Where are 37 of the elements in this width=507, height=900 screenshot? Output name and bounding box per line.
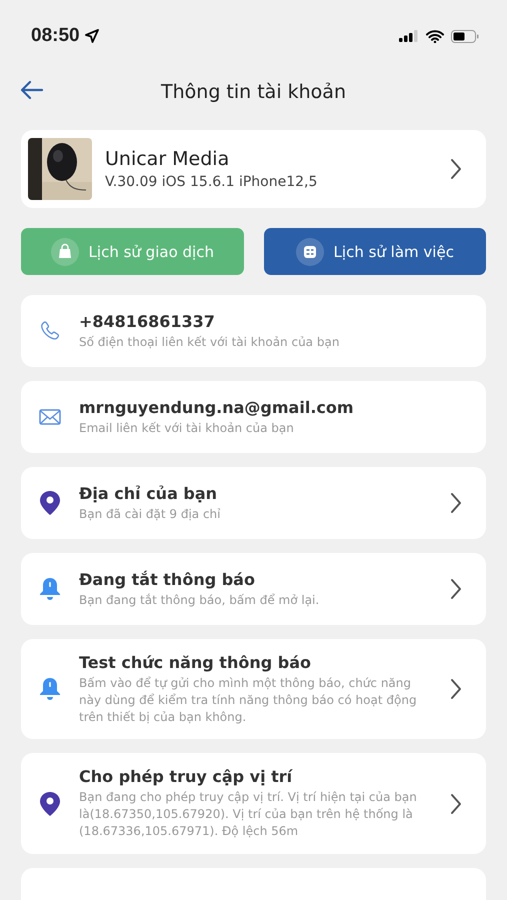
- bag-icon: [50, 238, 79, 266]
- version-info: V.30.09 iOS 15.6.1 iPhone12,5: [105, 174, 318, 190]
- item-description: Bạn đang tắt thông báo, bấm để mở lại.: [79, 592, 320, 608]
- item-description: Bạn đã cài đặt 9 địa chỉ: [79, 506, 222, 522]
- pin-icon: [39, 490, 61, 516]
- bell-icon: [39, 576, 61, 602]
- item-title: Cho phép truy cập vị trí: [79, 767, 294, 786]
- pin-icon: [39, 790, 61, 817]
- battery-icon: [451, 30, 479, 42]
- info-card[interactable]: Test chức năng thông báo Bấm vào để tự gửi cho mình một thông báo, chức năng này dùng để kiểm tra tính năng thông báo có hoạt động trên thiết bị của bạn không.: [21, 639, 486, 740]
- history-button[interactable]: Lịch sử làm việc: [264, 228, 486, 275]
- account-name: Unicar Media: [105, 148, 230, 170]
- phone-icon: [39, 320, 61, 342]
- info-card[interactable]: +84816861337 Số điện thoại liên kết với tài khoản của bạn: [21, 295, 486, 367]
- item-description: Email liên kết với tài khoản của bạn: [79, 420, 295, 436]
- info-card[interactable]: mrnguyendung.na@gmail.com Email liên kết với tài khoản của bạn: [21, 381, 486, 453]
- bell-icon: [39, 676, 61, 702]
- item-description: Bấm vào để tự gửi cho mình một thông báo, chức năng này dùng để kiểm tra tính năng thông báo có hoạt động trên thiết bị của bạn không.: [79, 675, 418, 726]
- wifi-icon: [426, 30, 444, 42]
- item-title: mrnguyendung.na@gmail.com: [79, 398, 355, 417]
- location-icon: [84, 29, 99, 43]
- item-description: Bạn đang cho phép truy cập vị trí. Vị trí hiện tại của bạn là(18.67350,105.67920). Vị trí của bạn trên hệ thống là (18.67336,105.67971). Độ lệch 56m: [79, 789, 418, 840]
- item-title: Test chức năng thông báo: [79, 653, 312, 672]
- page-title: Thông tin tài khoản: [161, 81, 346, 103]
- info-card[interactable]: Cho phép truy cập vị trí Bạn đang cho phép truy cập vị trí. Vị trí hiện tại của bạn là(18.67350,105.67920). Vị trí của bạn trên hệ thống là (18.67336,105.67971). Độ lệch 56m: [21, 753, 486, 854]
- signal-icon: [399, 30, 419, 42]
- item-title: +84816861337: [79, 312, 216, 331]
- info-card[interactable]: Đang tắt thông báo Bạn đang tắt thông báo, bấm để mở lại.: [21, 553, 486, 625]
- chevron-icon: [450, 158, 462, 180]
- info-card[interactable]: Địa chỉ của bạn Bạn đã cài đặt 9 địa chỉ: [21, 467, 486, 539]
- item-title: Đang tắt thông báo: [79, 570, 256, 589]
- clock-time: 08:50: [31, 25, 80, 47]
- item-title: Địa chỉ của bạn: [79, 484, 218, 503]
- mail-icon: [39, 408, 61, 426]
- item-description: Số điện thoại liên kết với tài khoản của bạn: [79, 334, 340, 350]
- profile-card[interactable]: Unicar Media V.30.09 iOS 15.6.1 iPhone12,5: [21, 130, 486, 208]
- list-icon: [296, 238, 324, 266]
